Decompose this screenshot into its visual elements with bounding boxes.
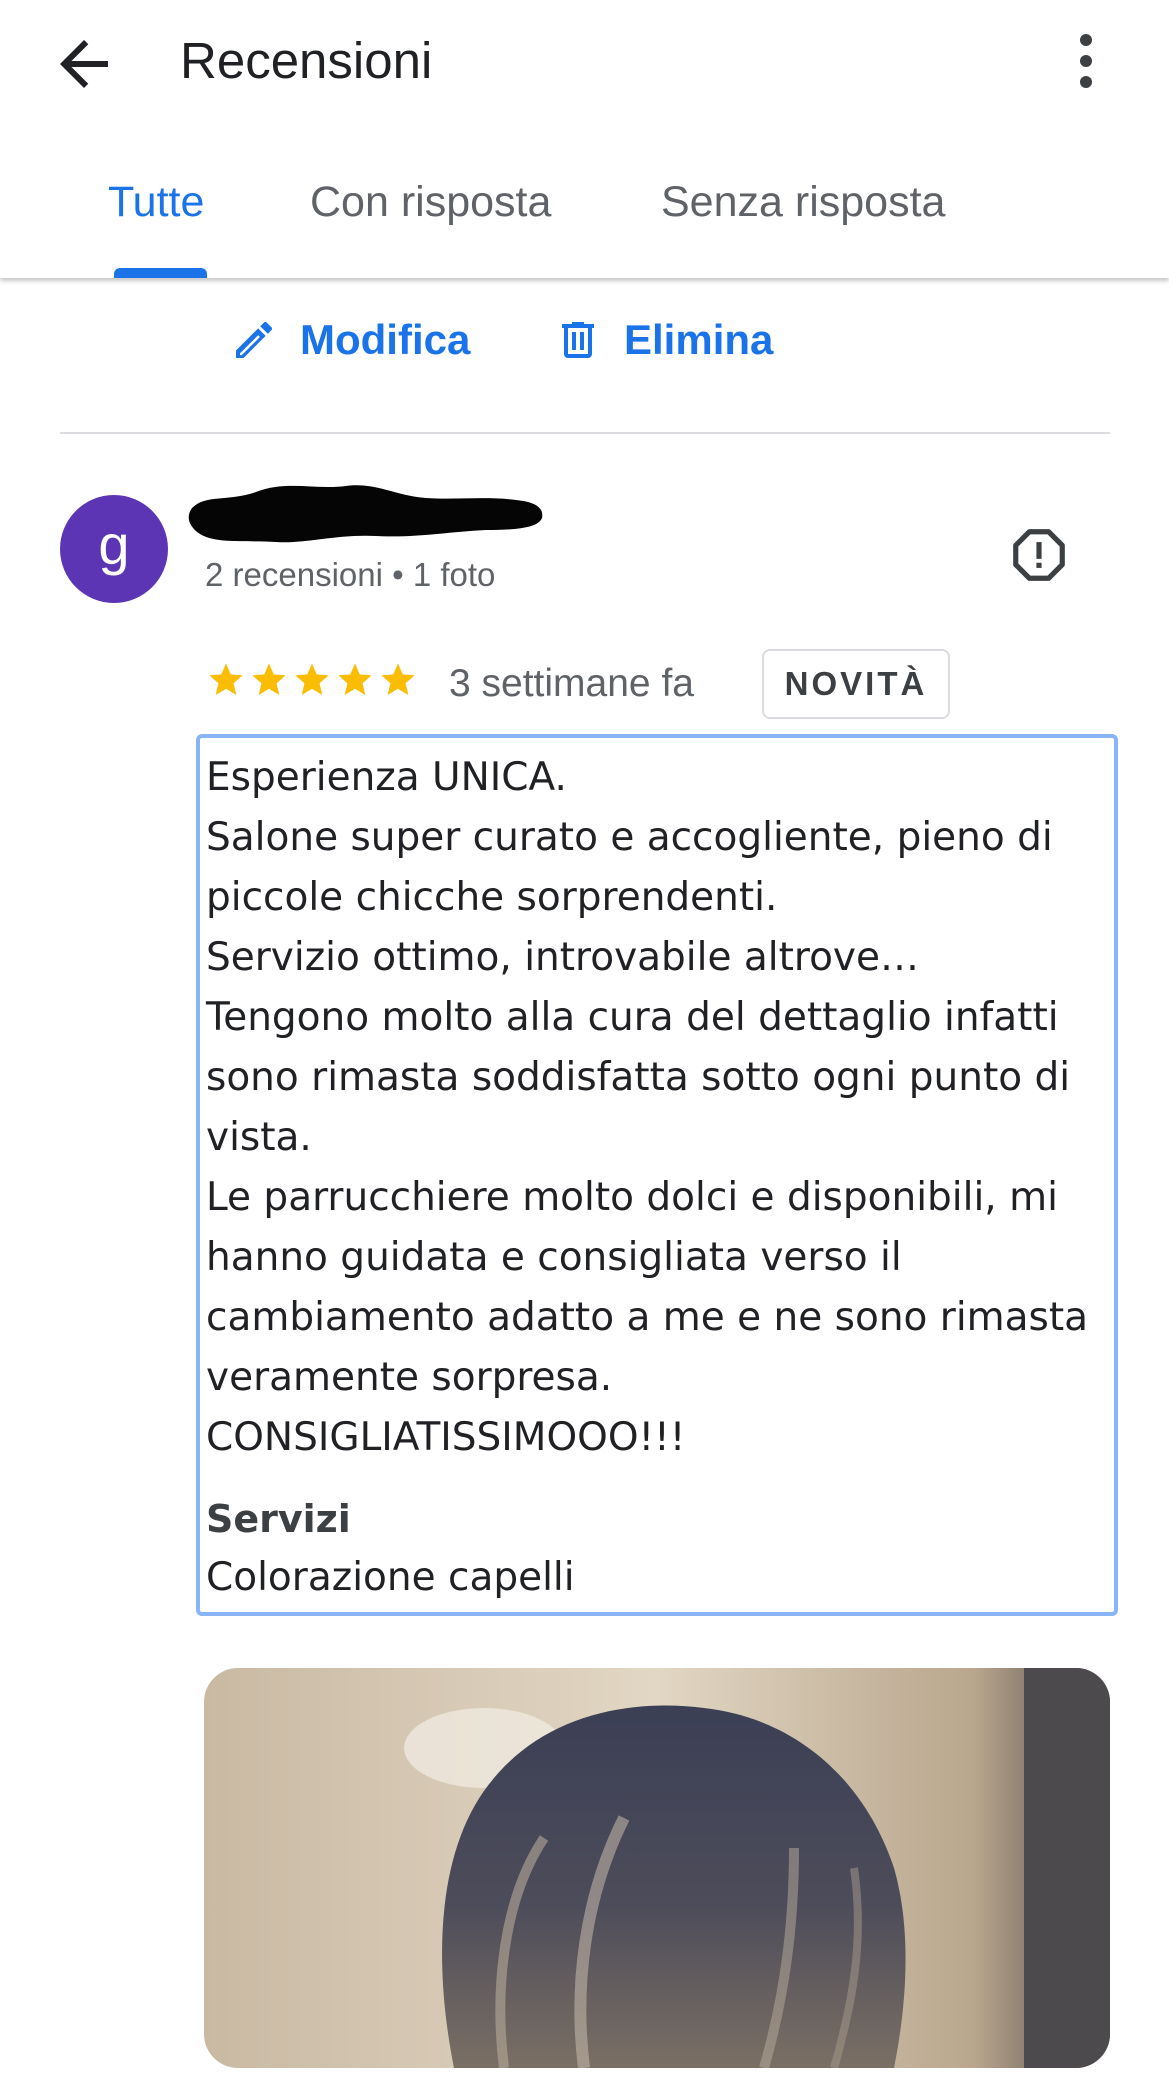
- trash-icon: [562, 322, 594, 358]
- tab-con-risposta[interactable]: Con risposta: [310, 172, 551, 232]
- tab-senza-risposta[interactable]: Senza risposta: [661, 172, 945, 232]
- services-value: Colorazione capelli: [206, 1555, 575, 1600]
- avatar[interactable]: g: [60, 495, 168, 603]
- review-text-box[interactable]: Esperienza UNICA. Salone super curato e …: [196, 734, 1118, 1616]
- more-vert-icon: [1080, 34, 1092, 88]
- app-bar: Recensioni Tutte Con risposta Senza risp…: [0, 0, 1169, 278]
- delete-label: Elimina: [624, 316, 774, 363]
- star-icon: [209, 663, 243, 695]
- active-tab-indicator: [114, 268, 207, 278]
- reviewer-meta: 2 recensioni • 1 foto: [205, 556, 496, 593]
- reviewer-name-redacted: [188, 485, 543, 543]
- report-button[interactable]: [1008, 524, 1070, 586]
- star-rating: [206, 660, 418, 700]
- back-button[interactable]: [48, 28, 120, 100]
- star-icon: [381, 663, 415, 695]
- star-icon: [295, 663, 329, 695]
- star-icon: [338, 663, 372, 695]
- pencil-icon: [236, 321, 273, 358]
- tab-tutte[interactable]: Tutte: [108, 172, 204, 232]
- edit-button[interactable]: Modifica: [230, 310, 470, 370]
- review-photo[interactable]: [204, 1668, 1110, 2068]
- review-time: 3 settimane fa: [449, 662, 694, 705]
- divider: [60, 432, 1110, 434]
- hair-photo-image: [204, 1668, 1110, 2068]
- edit-label: Modifica: [300, 316, 471, 363]
- new-badge: NOVITÀ: [762, 649, 950, 719]
- more-options-button[interactable]: [1056, 28, 1116, 94]
- review-text: Esperienza UNICA. Salone super curato e …: [206, 755, 1089, 1460]
- arrow-back-icon: [60, 40, 108, 88]
- services-label: Servizi: [206, 1497, 351, 1541]
- report-icon: [1013, 529, 1065, 581]
- star-icon: [252, 663, 286, 695]
- page-title: Recensioni: [180, 32, 433, 89]
- delete-button[interactable]: Elimina: [554, 310, 773, 370]
